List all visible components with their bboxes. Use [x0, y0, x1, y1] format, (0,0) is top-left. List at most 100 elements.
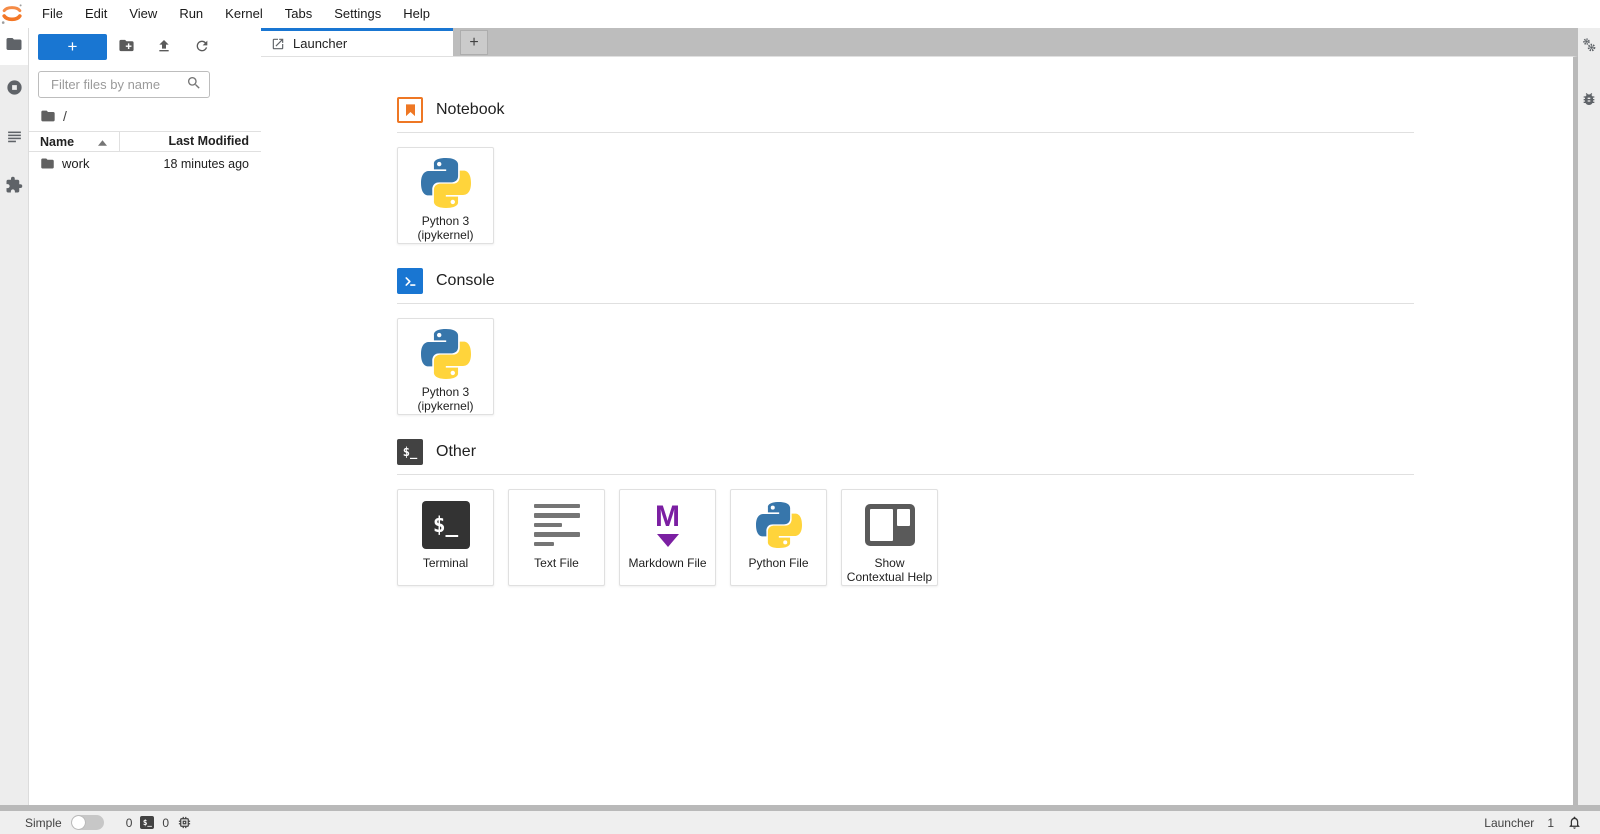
filter-files-input[interactable]	[49, 76, 186, 93]
card-label: Text File	[534, 556, 579, 570]
tab-label: Launcher	[293, 36, 348, 51]
section-title-other: Other	[436, 443, 477, 460]
launcher-panel: Notebook Python 3 (ipykernel) Console Py…	[261, 56, 1578, 805]
card-label: Terminal	[422, 556, 469, 570]
menu-file[interactable]: File	[31, 0, 74, 28]
card-label: Show	[874, 556, 905, 570]
sidebar-tab-running-kernels[interactable]	[0, 65, 28, 114]
sidebar-tab-table-of-contents[interactable]	[0, 114, 28, 163]
card-sublabel: (ipykernel)	[417, 228, 474, 243]
file-browser-panel: + / Name	[29, 28, 261, 805]
main-dock: Launcher + Notebook Python 3 (ipykernel)…	[261, 28, 1578, 805]
debugger-tab[interactable]	[1581, 91, 1597, 112]
current-activity-label: Launcher	[1484, 815, 1535, 830]
property-inspector-tab[interactable]	[1581, 37, 1597, 58]
terminal-section-icon: $_	[397, 439, 423, 465]
new-tab-button[interactable]: +	[460, 30, 488, 55]
menu-run[interactable]: Run	[168, 0, 214, 28]
toggle-knob	[71, 816, 85, 829]
terminal-badge-icon: $_	[140, 816, 155, 829]
card-label: Python 3	[421, 385, 470, 399]
section-divider	[397, 303, 1414, 304]
launcher-card-show-contextual-help[interactable]: Show Contextual Help	[841, 489, 938, 586]
launcher-card-notebook-python3[interactable]: Python 3 (ipykernel)	[397, 147, 494, 244]
file-last-modified: 18 minutes ago	[163, 156, 249, 171]
section-divider	[397, 132, 1414, 133]
gears-icon	[1581, 37, 1597, 58]
section-title-console: Console	[436, 272, 495, 289]
column-header-last-modified[interactable]: Last Modified	[119, 132, 261, 151]
sidebar-tab-extensions[interactable]	[0, 163, 28, 212]
upload-icon	[156, 38, 172, 57]
file-row-work[interactable]: work 18 minutes ago	[29, 152, 261, 175]
tab-bar: Launcher +	[261, 28, 1578, 56]
new-folder-icon	[118, 37, 135, 57]
launcher-card-markdown-file[interactable]: M Markdown File	[619, 489, 716, 586]
status-bar: Simple 0 $_ 0 Launcher 1	[0, 811, 1600, 834]
new-launcher-button[interactable]: +	[38, 34, 107, 60]
jupyter-logo	[0, 1, 25, 27]
breadcrumb[interactable]: /	[29, 98, 261, 131]
column-header-name[interactable]: Name	[40, 135, 98, 149]
launcher-card-console-python3[interactable]: Python 3 (ipykernel)	[397, 318, 494, 415]
python-icon	[420, 157, 472, 209]
menu-kernel[interactable]: Kernel	[214, 0, 274, 28]
launcher-tab-icon	[271, 37, 285, 51]
sort-ascending-icon[interactable]	[98, 135, 107, 149]
menu-tabs[interactable]: Tabs	[274, 0, 323, 28]
python-icon	[420, 328, 472, 380]
folder-icon	[40, 156, 55, 171]
card-label: Python File	[748, 556, 809, 570]
file-table-header: Name Last Modified	[29, 131, 261, 152]
launcher-card-python-file[interactable]: Python File	[730, 489, 827, 586]
kernels-count: 0	[162, 815, 170, 830]
python-icon	[753, 499, 805, 551]
simple-mode-toggle[interactable]	[70, 815, 104, 830]
text-file-icon	[533, 502, 580, 548]
launcher-section-notebook: Notebook Python 3 (ipykernel)	[397, 97, 1573, 244]
file-name: work	[62, 156, 90, 171]
left-activity-bar	[0, 28, 29, 805]
puzzle-icon	[5, 176, 23, 199]
section-title-notebook: Notebook	[436, 101, 505, 118]
markdown-icon: M	[655, 502, 680, 547]
notebook-icon	[397, 97, 423, 123]
card-label: Markdown File	[628, 556, 707, 570]
running-sessions-status[interactable]: 0 $_ 0	[126, 815, 192, 830]
menu-view[interactable]: View	[118, 0, 168, 28]
upload-button[interactable]	[145, 34, 183, 60]
sidebar-tab-file-browser[interactable]	[0, 28, 28, 65]
main-shell: + / Name	[0, 28, 1600, 805]
launcher-card-terminal[interactable]: $_ Terminal	[397, 489, 494, 586]
launcher-section-console: Console Python 3 (ipykernel)	[397, 268, 1573, 415]
refresh-icon	[194, 38, 210, 57]
bell-icon[interactable]	[1567, 815, 1582, 830]
notifications-count: 1	[1547, 815, 1554, 830]
card-label: Python 3	[421, 214, 470, 228]
folder-icon	[5, 35, 23, 58]
console-icon	[397, 268, 423, 294]
new-folder-button[interactable]	[107, 34, 145, 60]
menu-edit[interactable]: Edit	[74, 0, 118, 28]
menu-help[interactable]: Help	[392, 0, 441, 28]
menu-settings[interactable]: Settings	[323, 0, 392, 28]
stop-circle-icon	[5, 78, 24, 102]
refresh-button[interactable]	[183, 34, 221, 60]
terminals-count: 0	[125, 815, 133, 830]
terminal-icon: $_	[421, 501, 470, 549]
file-browser-toolbar: +	[29, 28, 261, 64]
contextual-help-icon	[864, 504, 915, 546]
launcher-card-text-file[interactable]: Text File	[508, 489, 605, 586]
kernel-chip-icon	[177, 815, 192, 830]
menu-items: File Edit View Run Kernel Tabs Settings …	[31, 0, 441, 28]
simple-mode-label: Simple	[25, 815, 62, 830]
table-of-contents-icon	[6, 128, 23, 150]
filter-files-box	[38, 71, 210, 98]
card-sublabel: (ipykernel)	[417, 399, 474, 414]
search-icon	[186, 75, 202, 94]
tab-launcher[interactable]: Launcher	[261, 28, 453, 56]
section-divider	[397, 474, 1414, 475]
folder-icon	[40, 108, 56, 124]
launcher-section-other: $_ Other $_ Terminal Text File M Markdow…	[397, 439, 1573, 586]
right-activity-bar	[1578, 28, 1600, 805]
